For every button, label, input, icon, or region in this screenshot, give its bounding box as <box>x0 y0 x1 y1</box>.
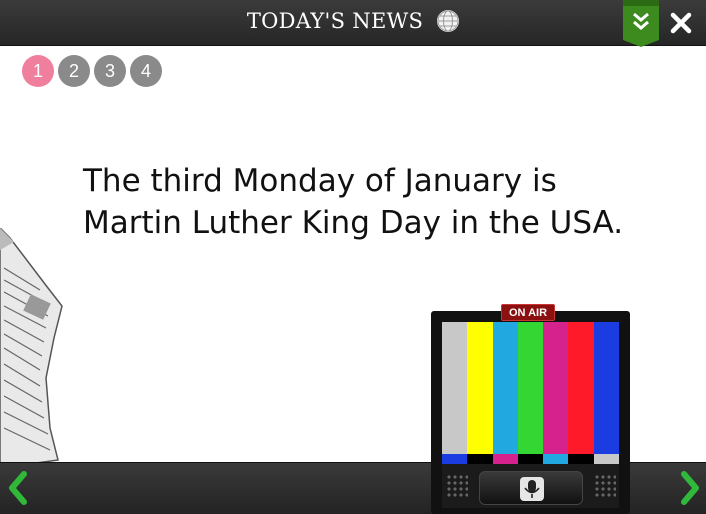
globe-icon <box>437 10 460 32</box>
page-indicator: 1 2 3 4 <box>22 55 162 87</box>
color-bar <box>442 322 468 464</box>
next-button[interactable] <box>676 468 704 508</box>
previous-button[interactable] <box>4 468 32 508</box>
speaker-grille <box>446 474 468 498</box>
page-button-4[interactable]: 4 <box>130 55 162 87</box>
color-bar <box>517 322 544 464</box>
on-air-badge: ON AIR <box>501 304 555 321</box>
tv-color-bars <box>442 322 619 464</box>
newspaper-illustration <box>0 228 63 468</box>
chevron-left-icon <box>9 471 27 505</box>
color-bar <box>467 322 493 464</box>
tv-illustration <box>431 311 630 514</box>
chevron-right-icon <box>681 471 699 505</box>
record-button[interactable] <box>479 471 583 505</box>
page-button-3[interactable]: 3 <box>94 55 126 87</box>
page-button-1[interactable]: 1 <box>22 55 54 87</box>
speaker-grille <box>594 474 616 498</box>
microphone-icon <box>520 477 544 501</box>
page-title: TODAY'S NEWS <box>246 9 424 33</box>
color-bar <box>568 322 594 464</box>
header-title-wrap: TODAY'S NEWS <box>0 9 706 33</box>
header-bar: TODAY'S NEWS <box>0 0 706 48</box>
color-bar <box>593 322 619 464</box>
color-bar <box>543 322 569 464</box>
double-chevron-down-icon <box>623 0 659 47</box>
page-button-2[interactable]: 2 <box>58 55 90 87</box>
news-headline: The third Monday of January is Martin Lu… <box>83 163 624 241</box>
collapse-bookmark-button[interactable] <box>622 0 660 48</box>
close-button[interactable] <box>666 8 696 38</box>
tv-control-panel <box>442 464 619 508</box>
close-icon <box>670 12 692 34</box>
color-bar <box>492 322 518 464</box>
